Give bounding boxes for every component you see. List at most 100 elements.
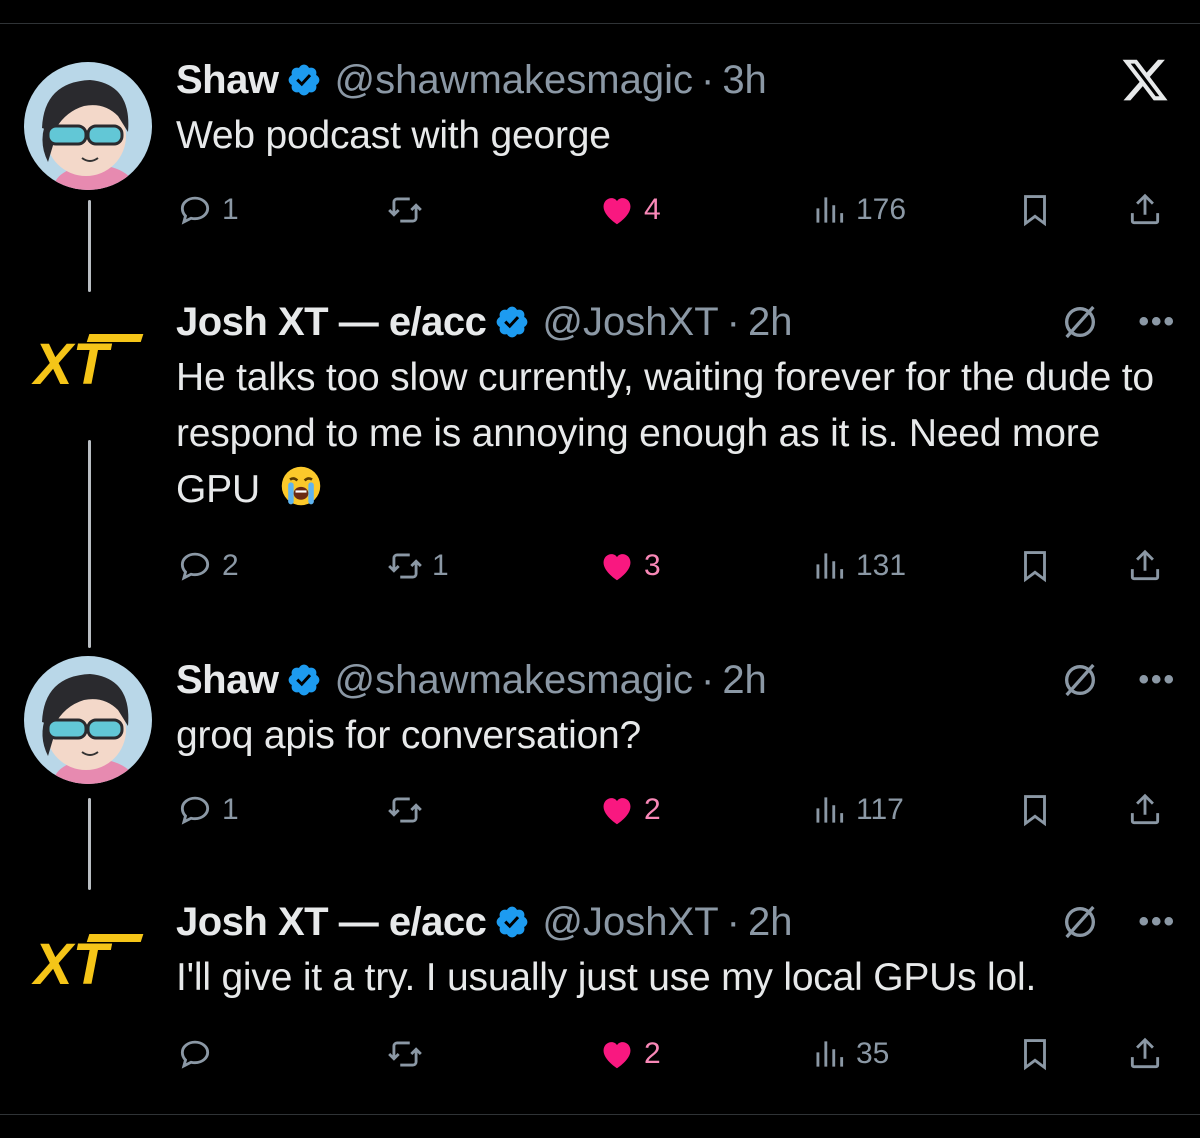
retweet-icon [388, 1041, 422, 1067]
heart-icon [603, 554, 631, 581]
avatar-shaw[interactable] [24, 656, 152, 784]
tweet[interactable]: Shaw @shawmakesmagic · 3h Web podcast wi… [176, 56, 1176, 227]
thread-connector [88, 798, 91, 890]
author-handle[interactable]: @shawmakesmagic [334, 658, 693, 703]
heart-icon [603, 198, 631, 225]
tweet[interactable]: Josh XT — e/acc @JoshXT · 2h ••• He talk… [176, 298, 1176, 583]
action-bar: 2 35 [176, 1032, 1176, 1076]
retweet-button[interactable] [386, 188, 432, 232]
retweet-icon [388, 197, 422, 223]
views-button[interactable]: 176 [810, 188, 906, 232]
analytics-icon [816, 1041, 844, 1067]
retweet-icon [388, 553, 422, 579]
tweet-text: I'll give it a try. I usually just use m… [176, 956, 1037, 999]
more-options-icon[interactable]: ••• [1138, 663, 1176, 697]
author-name[interactable]: Josh XT — e/acc [176, 300, 487, 345]
like-button[interactable]: 3 [598, 544, 661, 588]
grok-icon[interactable] [1060, 302, 1100, 342]
like-button[interactable]: 2 [598, 1032, 661, 1076]
separator-dot: · [700, 657, 715, 702]
more-options-icon[interactable]: ••• [1138, 905, 1176, 939]
author-name[interactable]: Shaw [176, 58, 279, 103]
author-handle[interactable]: @shawmakesmagic [334, 58, 693, 103]
bookmark-button[interactable] [1016, 544, 1054, 588]
like-button[interactable]: 4 [598, 188, 661, 232]
views-button[interactable]: 35 [810, 1032, 889, 1076]
timestamp[interactable]: 2h [722, 658, 767, 703]
thread-connector [88, 440, 91, 648]
like-button[interactable]: 2 [598, 788, 661, 832]
grok-icon[interactable] [1060, 660, 1100, 700]
action-bar: 1 4 176 [176, 188, 1176, 232]
separator-dot: · [700, 57, 715, 102]
action-bar: 1 2 117 [176, 788, 1176, 832]
bookmark-icon [1024, 795, 1046, 827]
views-button[interactable]: 131 [810, 544, 906, 588]
views-button[interactable]: 117 [810, 788, 904, 832]
header-actions: ••• [1060, 656, 1176, 704]
analytics-icon [816, 197, 844, 223]
bookmark-button[interactable] [1016, 788, 1054, 832]
tweet-text: Web podcast with george [176, 114, 611, 157]
share-button[interactable] [1126, 1032, 1164, 1076]
reply-icon [180, 196, 210, 225]
like-count: 3 [644, 549, 661, 582]
author-name[interactable]: Josh XT — e/acc [176, 900, 487, 945]
share-icon [1130, 549, 1160, 581]
bookmark-button[interactable] [1016, 1032, 1054, 1076]
verified-badge-icon [289, 664, 320, 696]
author-handle[interactable]: @JoshXT [542, 900, 718, 945]
reply-count: 1 [222, 793, 239, 826]
retweet-button[interactable]: 1 [386, 544, 449, 588]
tweet-text-body: He talks too slow currently, waiting for… [176, 356, 1154, 511]
tweet-text: He talks too slow currently, waiting for… [176, 350, 1176, 518]
reply-button[interactable]: 1 [176, 788, 239, 832]
verified-badge-icon [497, 306, 528, 338]
separator-dot: · [726, 899, 740, 944]
bottom-divider [0, 1114, 1200, 1115]
view-count: 35 [856, 1037, 890, 1070]
reply-button[interactable] [176, 1032, 222, 1076]
bookmark-icon [1024, 1039, 1046, 1071]
avatar-joshxt[interactable]: XT [30, 932, 150, 992]
tweet[interactable]: Shaw @shawmakesmagic · 2h ••• groq apis … [176, 656, 1176, 827]
heart-icon [603, 1042, 631, 1069]
share-button[interactable] [1126, 788, 1164, 832]
tweet[interactable]: Josh XT — e/acc @JoshXT · 2h ••• I'll gi… [176, 898, 1176, 1071]
thread-screenshot: Shaw @shawmakesmagic · 3h Web podcast wi… [0, 0, 1200, 1138]
view-count: 117 [856, 793, 904, 826]
bookmark-icon [1024, 551, 1046, 583]
avatar-joshxt[interactable]: XT [30, 332, 150, 392]
grok-icon[interactable] [1060, 902, 1100, 942]
view-count: 176 [856, 193, 907, 226]
reply-button[interactable]: 2 [176, 544, 239, 588]
reply-icon [180, 1040, 210, 1069]
share-button[interactable] [1126, 188, 1164, 232]
share-button[interactable] [1126, 544, 1164, 588]
loudly-crying-face-icon [281, 466, 320, 506]
verified-badge-icon [497, 906, 528, 938]
author-name[interactable]: Shaw [176, 658, 279, 703]
retweet-button[interactable] [386, 788, 432, 832]
retweet-count: 1 [432, 549, 449, 582]
like-count: 4 [644, 193, 661, 226]
tweet-header: Shaw @shawmakesmagic · 3h [176, 56, 1176, 104]
bookmark-button[interactable] [1016, 188, 1054, 232]
author-handle[interactable]: @JoshXT [542, 300, 718, 345]
like-count: 2 [644, 1037, 661, 1070]
like-count: 2 [644, 793, 661, 826]
retweet-button[interactable] [386, 1032, 432, 1076]
reply-icon [180, 552, 210, 581]
tweet-text: groq apis for conversation? [176, 714, 642, 757]
top-divider [0, 23, 1200, 24]
reply-button[interactable]: 1 [176, 188, 239, 232]
header-actions: ••• [1060, 898, 1176, 946]
share-icon [1130, 1037, 1160, 1069]
more-options-icon[interactable]: ••• [1138, 305, 1176, 339]
timestamp[interactable]: 2h [748, 900, 793, 945]
timestamp[interactable]: 3h [722, 58, 767, 103]
reply-count: 1 [222, 193, 239, 226]
timestamp[interactable]: 2h [748, 300, 793, 345]
analytics-icon [816, 797, 844, 823]
avatar-shaw[interactable] [24, 62, 152, 190]
